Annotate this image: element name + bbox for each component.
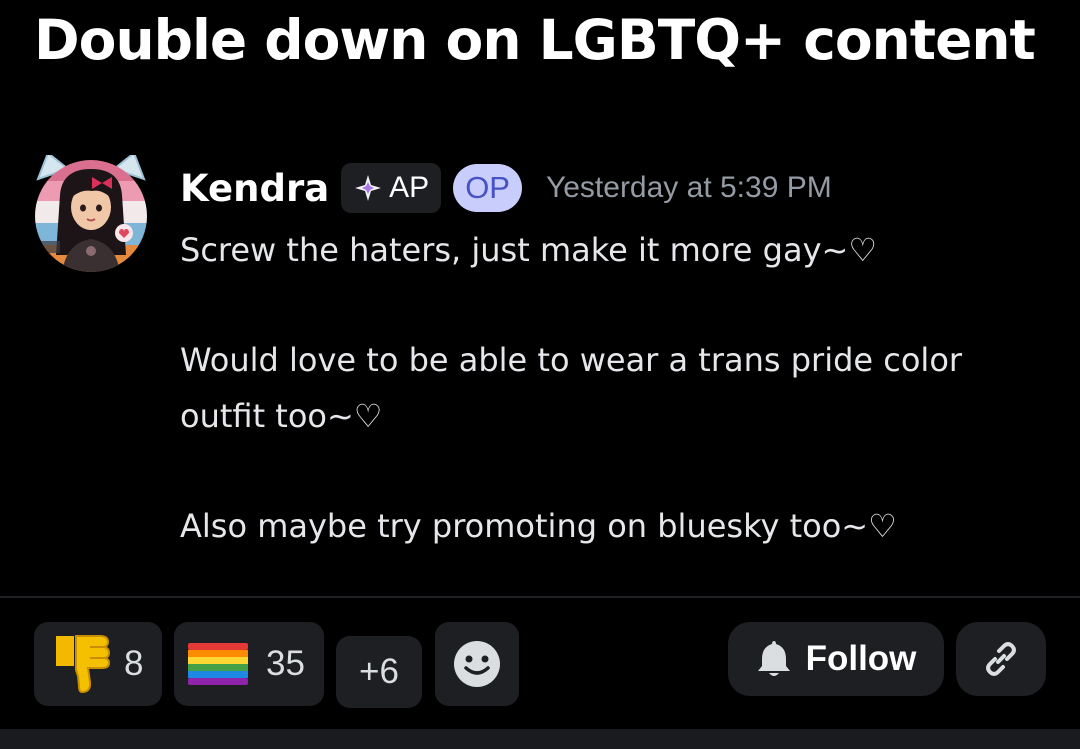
message-body: Screw the haters, just make it more gay~…	[180, 222, 1040, 554]
post-timestamp[interactable]: Yesterday at 5:39 PM	[546, 171, 832, 205]
bottom-bar	[0, 729, 1080, 749]
more-reactions-count: +6	[359, 652, 399, 691]
thumbs-down-icon	[56, 635, 111, 694]
add-reaction-button[interactable]	[435, 622, 519, 706]
message-line: Also maybe try promoting on bluesky too~…	[180, 507, 897, 545]
follow-label: Follow	[805, 639, 917, 678]
reaction-rainbow-flag[interactable]: 35	[174, 622, 324, 706]
post-header: Kendra AP OP Yesterday at 5:39 PM	[180, 160, 832, 216]
rainbow-flag-icon	[188, 643, 248, 685]
reaction-thumbs-down[interactable]: 8	[34, 622, 162, 706]
smiley-icon	[454, 641, 500, 687]
role-badge-label: AP	[389, 171, 430, 204]
reaction-count: 8	[124, 644, 144, 683]
bell-icon	[757, 641, 790, 676]
sparkle-icon	[355, 175, 382, 201]
author-name[interactable]: Kendra	[180, 167, 329, 210]
more-reactions-button[interactable]: +6	[336, 636, 422, 708]
message-line: Screw the haters, just make it more gay~…	[180, 231, 877, 269]
link-icon	[986, 642, 1016, 676]
reaction-count: 35	[266, 644, 305, 683]
copy-link-button[interactable]	[956, 622, 1046, 696]
role-badge[interactable]: AP	[341, 163, 442, 213]
message-line: outfit too~♡	[180, 397, 383, 435]
op-badge: OP	[453, 164, 522, 212]
thread-title: Double down on LGBTQ+ content	[34, 8, 1036, 72]
user-avatar[interactable]	[32, 155, 150, 273]
message-line: Would love to be able to wear a trans pr…	[180, 341, 963, 379]
follow-button[interactable]: Follow	[728, 622, 944, 696]
divider	[0, 596, 1080, 598]
